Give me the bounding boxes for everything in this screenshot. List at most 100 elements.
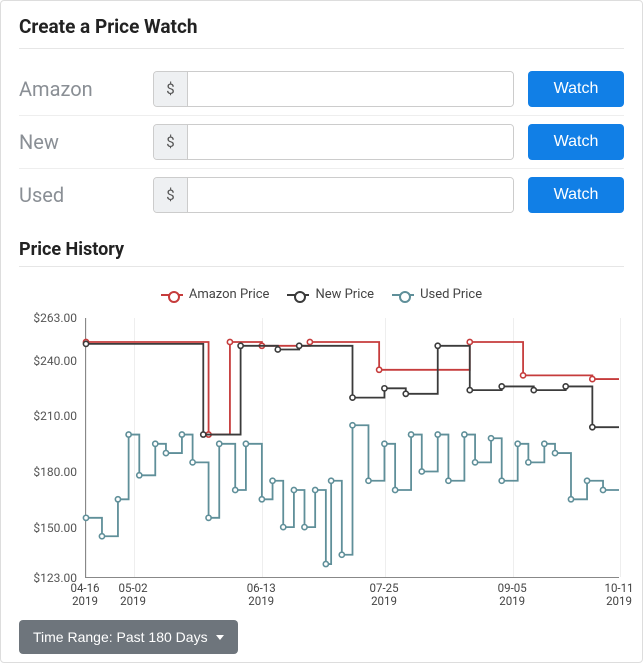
currency-icon: $ (154, 125, 188, 159)
chevron-down-icon (216, 635, 224, 640)
series-point-used (163, 450, 168, 455)
series-point-used (323, 561, 328, 566)
series-point-used (462, 432, 467, 437)
series-line-used (86, 425, 619, 564)
series-point-amazon (227, 339, 232, 344)
price-history-chart: $263.00$240.00$210.00$180.00$150.00$123.… (19, 318, 619, 608)
legend-new: New Price (287, 287, 374, 302)
series-point-used (206, 515, 211, 520)
create-watch-title: Create a Price Watch (19, 15, 624, 38)
x-tick-label: 10-112019 (604, 582, 633, 608)
series-point-used (270, 478, 275, 483)
series-point-used (366, 478, 371, 483)
x-tick-label: 07-252019 (370, 582, 399, 608)
price-input[interactable] (188, 72, 513, 106)
price-history-title: Price History (19, 239, 624, 260)
series-point-new (435, 343, 440, 348)
gridline (620, 318, 621, 577)
watch-button[interactable]: Watch (528, 124, 624, 160)
series-point-used (291, 487, 296, 492)
x-tick-label: 09-052019 (498, 582, 527, 608)
legend-label: New Price (315, 287, 374, 302)
price-watch-panel: Create a Price Watch Amazon$WatchNew$Wat… (0, 0, 643, 663)
series-point-used (515, 441, 520, 446)
watch-row-used: Used $ Watch (19, 168, 624, 221)
series-point-amazon (590, 376, 595, 381)
series-point-used (126, 432, 131, 437)
series-point-new (590, 425, 595, 430)
legend-swatch-amazon (161, 290, 183, 300)
watch-button[interactable]: Watch (528, 177, 624, 213)
watch-button[interactable]: Watch (528, 71, 624, 107)
series-point-used (552, 450, 557, 455)
y-tick-label: $263.00 (33, 311, 77, 325)
series-point-used (281, 525, 286, 530)
chart-svg (86, 318, 619, 577)
series-point-new (350, 395, 355, 400)
series-point-new (83, 341, 88, 346)
series-point-used (526, 460, 531, 465)
series-point-new (201, 432, 206, 437)
series-line-new (86, 344, 619, 435)
series-point-used (435, 432, 440, 437)
divider (19, 48, 624, 49)
series-point-used (408, 432, 413, 437)
series-point-used (137, 473, 142, 478)
y-tick-label: $180.00 (33, 465, 77, 479)
series-point-used (600, 487, 605, 492)
series-point-new (499, 384, 504, 389)
series-point-used (217, 441, 222, 446)
y-tick-label: $210.00 (33, 409, 77, 423)
watch-row-amazon: Amazon $ Watch (19, 63, 624, 115)
chart-plot-area (85, 318, 619, 578)
series-point-new (563, 384, 568, 389)
series-point-new (382, 386, 387, 391)
series-point-amazon (467, 339, 472, 344)
series-point-amazon (307, 339, 312, 344)
series-point-new (275, 347, 280, 352)
series-point-used (499, 478, 504, 483)
series-point-used (542, 441, 547, 446)
legend-used: Used Price (392, 287, 482, 302)
price-input-group: $ (153, 177, 514, 213)
time-range-dropdown[interactable]: Time Range: Past 180 Days (19, 620, 238, 654)
series-point-used (243, 441, 248, 446)
series-point-used (329, 478, 334, 483)
watch-rows: Amazon$WatchNew$WatchUsed$Watch (19, 63, 624, 221)
legend-amazon: Amazon Price (161, 287, 270, 302)
price-input[interactable] (188, 125, 513, 159)
legend-swatch-new (287, 290, 309, 300)
series-point-used (313, 487, 318, 492)
series-point-used (382, 441, 387, 446)
series-point-used (472, 460, 477, 465)
watch-label: Used (19, 183, 139, 207)
price-input[interactable] (188, 178, 513, 212)
series-point-used (339, 552, 344, 557)
currency-icon: $ (154, 178, 188, 212)
y-tick-label: $240.00 (33, 354, 77, 368)
series-point-used (259, 497, 264, 502)
series-point-used (190, 460, 195, 465)
legend-label: Amazon Price (189, 287, 270, 302)
legend-label: Used Price (420, 287, 482, 302)
series-point-used (446, 478, 451, 483)
watch-row-new: New$Watch (19, 115, 624, 168)
y-tick-label: $150.00 (33, 521, 77, 535)
series-point-new (403, 391, 408, 396)
watch-label: Amazon (19, 77, 139, 101)
series-point-used (153, 441, 158, 446)
series-point-new (531, 388, 536, 393)
price-input-group: $ (153, 124, 514, 160)
series-point-used (99, 534, 104, 539)
series-point-used (393, 487, 398, 492)
x-tick-label: 04-162019 (70, 582, 99, 608)
divider (19, 266, 624, 267)
series-point-new (467, 388, 472, 393)
series-point-amazon (520, 373, 525, 378)
series-point-used (302, 525, 307, 530)
price-input-group: $ (153, 71, 514, 107)
legend-swatch-used (392, 290, 414, 300)
currency-icon: $ (154, 72, 188, 106)
series-point-new (238, 343, 243, 348)
series-point-used (419, 469, 424, 474)
